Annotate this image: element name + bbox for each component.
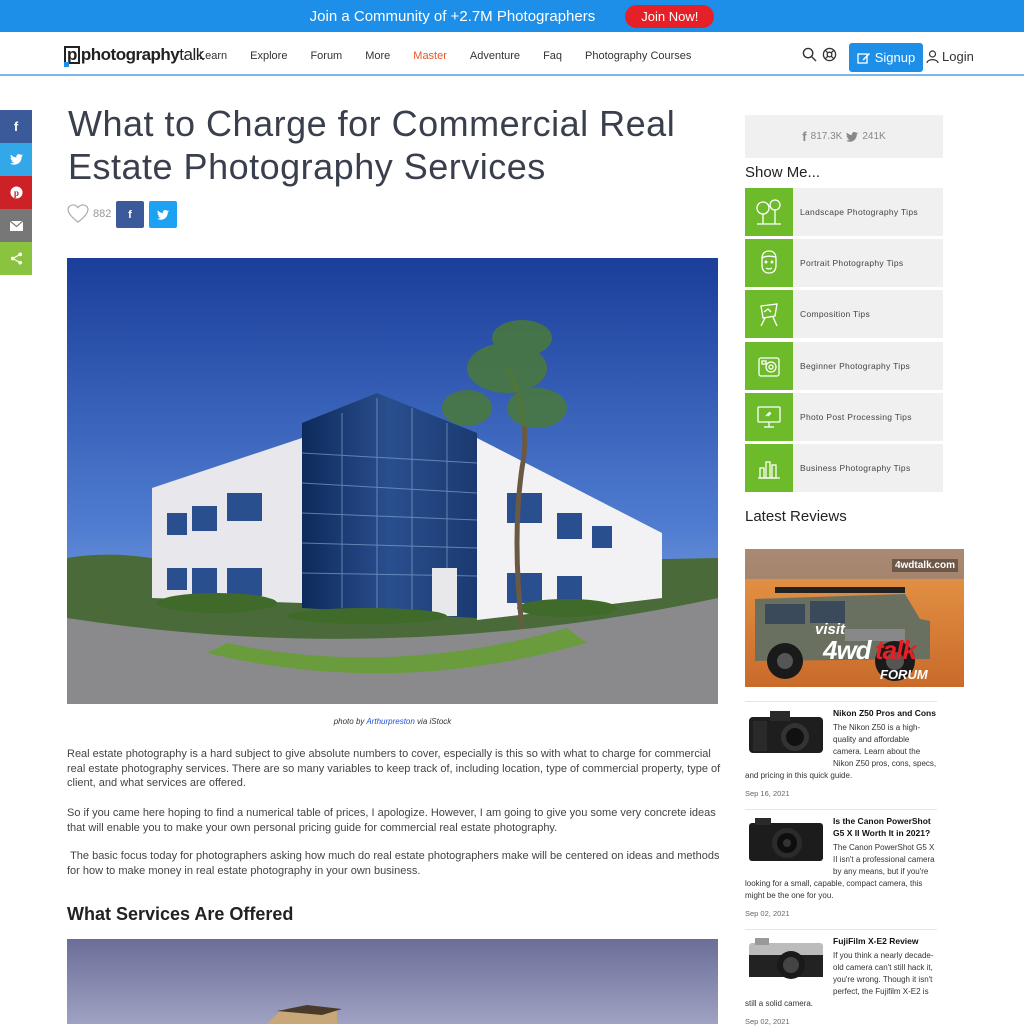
camera-icon (745, 342, 793, 390)
tip-composition[interactable]: Composition Tips (745, 290, 943, 338)
review-divider (745, 929, 937, 930)
logo-mark: p (64, 46, 80, 67)
section-image (67, 939, 718, 1024)
portrait-face-icon (745, 239, 793, 287)
user-icon (926, 49, 939, 63)
tip-label: Business Photography Tips (800, 463, 911, 473)
review-thumbnail (745, 815, 827, 865)
logo-main-text: photography (80, 45, 180, 64)
facebook-icon: f (802, 129, 807, 144)
nav-link-photography-courses[interactable]: Photography Courses (585, 50, 691, 62)
tip-label: Photo Post Processing Tips (800, 412, 912, 422)
search-icon[interactable] (802, 47, 817, 62)
like-counter[interactable]: 882 (67, 204, 111, 223)
hero-image (67, 258, 718, 704)
bar-chart-icon (745, 444, 793, 492)
join-now-button[interactable]: Join Now! (625, 4, 715, 28)
article-facebook-share-button[interactable]: f (116, 201, 144, 228)
tip-label: Landscape Photography Tips (800, 207, 918, 217)
email-icon (9, 220, 23, 231)
signup-label: Signup (874, 50, 916, 65)
article-paragraph-1: Real estate photography is a hard subjec… (67, 748, 721, 789)
caption-suffix: via iStock (417, 717, 452, 726)
article-title: What to Charge for Commercial Real Estat… (68, 103, 676, 187)
top-banner: Join a Community of +2.7M Photographers … (0, 0, 1024, 32)
login-link[interactable]: Login (926, 49, 974, 64)
facebook-icon: f (13, 119, 19, 134)
nav-link-learn[interactable]: Learn (199, 50, 227, 62)
share-icon (10, 252, 22, 265)
twitter-count: 241K (862, 131, 886, 142)
ad-line4: FORUM (880, 667, 928, 682)
monitor-icon (745, 393, 793, 441)
social-follower-stats: f 817.3K 241K (745, 115, 943, 158)
social-share-bar: f p (0, 110, 32, 275)
tip-post-processing[interactable]: Photo Post Processing Tips (745, 393, 943, 441)
caption-prefix: photo by (333, 717, 365, 726)
tip-label: Portrait Photography Tips (800, 258, 904, 268)
article-paragraph-3: The basic focus today for photographers … (67, 850, 723, 877)
nav-link-more[interactable]: More (365, 50, 390, 62)
review-item-nikon-z50[interactable]: Nikon Z50 Pros and Cons The Nikon Z50 is… (745, 707, 937, 800)
signup-button[interactable]: Signup (849, 43, 923, 72)
review-thumbnail (745, 935, 827, 985)
heart-icon (67, 204, 89, 223)
pinterest-icon: p (9, 186, 23, 199)
ad-site-label: 4wdtalk.com (891, 559, 958, 572)
forum-advertisement[interactable]: 4wdtalk.com visit 4wd talk FORUM (745, 549, 964, 687)
share-pinterest-button[interactable]: p (0, 176, 32, 209)
tip-label: Composition Tips (800, 309, 870, 319)
share-facebook-button[interactable]: f (0, 110, 32, 143)
caption-author-link[interactable]: Arthurpreston (366, 717, 414, 726)
review-divider (745, 701, 937, 702)
tip-label: Beginner Photography Tips (800, 361, 911, 371)
facebook-count: 817.3K (810, 131, 843, 142)
review-date: Sep 02, 2021 (745, 1017, 790, 1026)
nav-link-faq[interactable]: Faq (543, 50, 562, 62)
review-thumbnail (745, 707, 827, 757)
nav-icons (802, 47, 837, 62)
edit-icon (857, 52, 870, 64)
ad-line2: 4wd (823, 635, 872, 665)
review-date: Sep 02, 2021 (745, 909, 790, 918)
review-divider (745, 809, 937, 810)
review-item-canon-g5x[interactable]: Is the Canon PowerShot G5 X II Worth It … (745, 815, 937, 920)
help-lifebuoy-icon[interactable] (822, 47, 837, 62)
share-more-button[interactable] (0, 242, 32, 275)
article-twitter-share-button[interactable] (149, 201, 177, 228)
composition-easel-icon (745, 290, 793, 338)
tip-portrait[interactable]: Portrait Photography Tips (745, 239, 943, 287)
tip-landscape[interactable]: Landscape Photography Tips (745, 188, 943, 236)
nav-link-explore[interactable]: Explore (250, 50, 287, 62)
landscape-tree-icon (745, 188, 793, 236)
share-email-button[interactable] (0, 209, 32, 242)
svg-text:p: p (13, 189, 18, 199)
latest-reviews-heading: Latest Reviews (745, 508, 847, 525)
like-count: 882 (93, 207, 112, 220)
nav-link-master[interactable]: Master (413, 50, 447, 62)
show-me-heading: Show Me... (745, 164, 821, 181)
twitter-icon (157, 209, 169, 220)
tip-business[interactable]: Business Photography Tips (745, 444, 943, 492)
tip-beginner[interactable]: Beginner Photography Tips (745, 342, 943, 390)
section-heading: What Services Are Offered (67, 904, 294, 924)
facebook-icon: f (128, 208, 132, 221)
hero-image-caption: photo by Arthurpreston via iStock (67, 717, 718, 726)
site-logo[interactable]: p photographytalk (64, 45, 204, 67)
review-date: Sep 16, 2021 (745, 789, 790, 798)
nav-link-adventure[interactable]: Adventure (470, 50, 520, 62)
twitter-icon (846, 131, 859, 142)
twitter-icon (9, 154, 23, 165)
article-paragraph-2: So if you came here hoping to find a num… (67, 807, 716, 834)
banner-text: Join a Community of +2.7M Photographers (309, 7, 596, 25)
login-label: Login (942, 49, 974, 64)
nav-links: Learn Explore Forum More Master Adventur… (199, 50, 714, 62)
ad-line3: talk (875, 635, 917, 665)
review-item-fujifilm-xe2[interactable]: FujiFilm X-E2 Review If you think a near… (745, 935, 937, 1028)
nav-link-forum[interactable]: Forum (310, 50, 342, 62)
share-twitter-button[interactable] (0, 143, 32, 176)
